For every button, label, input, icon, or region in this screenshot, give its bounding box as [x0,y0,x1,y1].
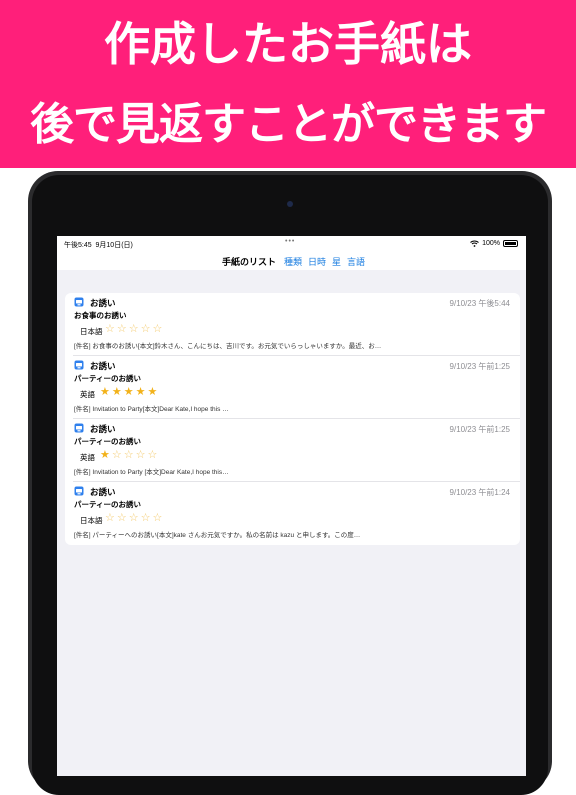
letter-category: お誘い [90,488,116,498]
rating-stars[interactable]: ☆ ☆ ☆ ☆ ☆ [105,323,162,335]
letter-date: 9/10/23 午前1:25 [449,362,510,371]
letter-subject: パーティーのお誘い [74,374,142,383]
letter-date: 9/10/23 午前1:24 [449,488,510,497]
star-filled-icon[interactable]: ★ [112,386,122,398]
star-filled-icon[interactable]: ★ [148,386,158,398]
star-empty-icon[interactable]: ☆ [153,512,163,524]
star-empty-icon[interactable]: ☆ [117,512,127,524]
banner-headline-2: 後で見返すことができます [30,99,547,150]
letter-preview: [件名] パーティーへのお誘い[本文]kate さんお元気ですか。私の名前は k… [74,532,361,539]
sort-links: 種類 日時 星 言語 [284,255,365,268]
letter-language: 英語 [80,453,95,462]
battery-percent: 100% [482,240,500,247]
star-filled-icon[interactable]: ★ [124,386,134,398]
page-title: 手紙のリスト [222,258,277,268]
status-right: 100% [470,240,518,247]
letter-row[interactable]: お誘い 9/10/23 午前1:25 パーティーのお誘い 英語 ★ ★ ★ ★ ★ [件名] In… [65,356,520,419]
letter-language: 日本語 [80,516,103,525]
promo-banner: 作成したお手紙は 後で見返すことができます [0,0,576,168]
letter-preview: [件名] Invitation to Party[本文]Dear Kate,I … [74,406,229,413]
letter-preview: [件名] お食事のお誘い[本文]鈴木さん、こんにちは、吉川です。お元気でいらっし… [74,343,382,350]
rating-stars[interactable]: ★ ★ ★ ★ ★ [100,386,157,398]
star-empty-icon[interactable]: ☆ [124,449,134,461]
rating-stars[interactable]: ☆ ☆ ☆ ☆ ☆ [105,512,162,524]
banner-headline-1: 作成したお手紙は [104,17,472,71]
letter-language: 英語 [80,390,95,399]
letter-date: 9/10/23 午前1:25 [449,425,510,434]
mailbox-icon [74,297,84,307]
camera-icon [287,201,293,207]
letter-date: 9/10/23 午後5:44 [449,299,510,308]
rating-stars[interactable]: ★ ☆ ☆ ☆ ☆ [100,449,157,461]
multitask-dots-icon[interactable]: ••• [285,238,295,245]
star-empty-icon[interactable]: ☆ [129,512,139,524]
star-empty-icon[interactable]: ☆ [136,449,146,461]
status-clock: 午後5:45 [64,242,92,249]
star-empty-icon[interactable]: ☆ [141,512,151,524]
star-empty-icon[interactable]: ☆ [112,449,122,461]
letter-preview: [件名] Invitation to Party [本文]Dear Kate,I… [74,469,229,476]
letter-language: 日本語 [80,327,103,336]
star-filled-icon[interactable]: ★ [100,449,110,461]
star-empty-icon[interactable]: ☆ [105,323,115,335]
star-empty-icon[interactable]: ☆ [153,323,163,335]
letter-category: お誘い [90,425,116,435]
star-filled-icon[interactable]: ★ [136,386,146,398]
letter-category: お誘い [90,362,116,372]
letter-category: お誘い [90,299,116,309]
star-filled-icon[interactable]: ★ [100,386,110,398]
mailbox-icon [74,423,84,433]
nav-bar: 手紙のリスト 種類 日時 星 言語 [57,252,526,270]
letter-row[interactable]: お誘い 9/10/23 午後5:44 お食事のお誘い 日本語 ☆ ☆ ☆ ☆ ☆ [件名] お食事… [65,293,520,356]
letter-row[interactable]: お誘い 9/10/23 午前1:25 パーティーのお誘い 英語 ★ ☆ ☆ ☆ ☆ [件名] In… [65,419,520,482]
letter-list: お誘い 9/10/23 午後5:44 お食事のお誘い 日本語 ☆ ☆ ☆ ☆ ☆ [件名] お食事… [65,293,520,545]
letter-subject: パーティーのお誘い [74,437,142,446]
sort-by-date[interactable]: 日時 [308,255,326,268]
star-empty-icon[interactable]: ☆ [129,323,139,335]
mailbox-icon [74,486,84,496]
sort-by-type[interactable]: 種類 [284,255,302,268]
letter-subject: パーティーのお誘い [74,500,142,509]
sort-by-language[interactable]: 言語 [347,255,365,268]
status-time: 午後5:45 9月10日(日) [64,240,133,250]
battery-icon [503,240,518,247]
letter-row[interactable]: お誘い 9/10/23 午前1:24 パーティーのお誘い 日本語 ☆ ☆ ☆ ☆ ☆ [件名] パ… [65,482,520,545]
star-empty-icon[interactable]: ☆ [105,512,115,524]
status-date: 9月10日(日) [95,242,133,249]
status-bar: 午後5:45 9月10日(日) ••• 100% [57,236,526,252]
star-empty-icon[interactable]: ☆ [148,449,158,461]
sort-by-star[interactable]: 星 [332,255,341,268]
wifi-icon [470,240,479,247]
letter-subject: お食事のお誘い [74,311,127,320]
mailbox-icon [74,360,84,370]
star-empty-icon[interactable]: ☆ [117,323,127,335]
star-empty-icon[interactable]: ☆ [141,323,151,335]
app-screen: 午後5:45 9月10日(日) ••• 100% 手紙のリスト 種類 日時 星 … [57,236,526,776]
